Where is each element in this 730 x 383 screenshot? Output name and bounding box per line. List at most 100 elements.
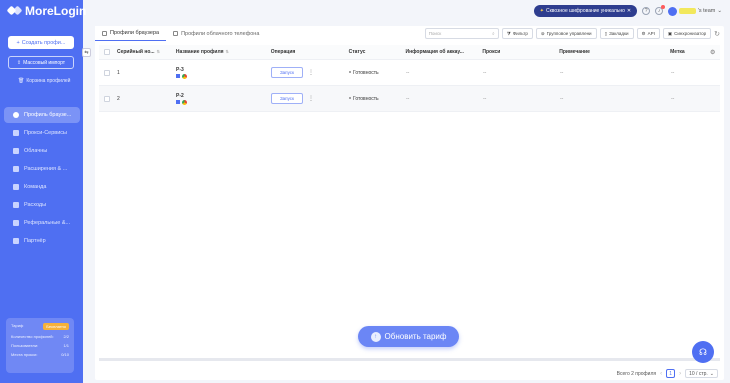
sync-icon: ▣: [667, 30, 673, 36]
search-icon: ⌕: [492, 31, 495, 36]
trash-icon: 🗑: [18, 78, 25, 84]
referral-icon: [13, 220, 19, 226]
more-options-icon[interactable]: ⋮: [308, 95, 314, 102]
plan-row: Количество профилей: 2/2: [11, 334, 69, 339]
sidebar-item-browser-profiles[interactable]: Профиль браузе...: [4, 107, 80, 123]
select-all-checkbox[interactable]: [103, 49, 110, 55]
tab-cloud-phone-profiles[interactable]: Профили облачного телефона: [166, 26, 266, 41]
cloud-icon: [13, 148, 19, 154]
bookmarks-button[interactable]: ▯ Закладки: [599, 28, 634, 39]
column-header: Операция: [270, 49, 296, 55]
upgrade-plan-button[interactable]: ↑ Обновить тариф: [358, 326, 459, 347]
column-header[interactable]: Название профиля ⇅: [176, 49, 271, 55]
sparkle-icon: ✦: [539, 8, 544, 14]
logo: MoreLogin: [6, 4, 87, 18]
pager-total: Всего 2 профиля: [616, 370, 657, 377]
row-num: 2: [117, 95, 120, 102]
profile-name[interactable]: P-2: [176, 93, 271, 99]
topbar: ✦ Сквозное шифрование уникально ✕ ? ♪ 's…: [533, 5, 722, 17]
bell-icon[interactable]: ♪: [655, 5, 666, 15]
search-placeholder: Поиск: [428, 31, 442, 36]
plan-row-label: Пользователи:: [11, 343, 39, 348]
refresh-icon[interactable]: ↻: [714, 30, 720, 38]
chrome-icon: [182, 73, 187, 79]
horizontal-scrollbar[interactable]: [99, 358, 720, 361]
account-info-cell: --: [406, 95, 410, 102]
chevron-down-icon: ⌄: [709, 370, 714, 377]
synchronizer-button[interactable]: ▣ Синхронизатор: [662, 28, 712, 39]
plan-row: Тариф Бесплатно: [11, 323, 69, 330]
plan-row: Места прокси: 0/10: [11, 352, 69, 357]
trash-label: Корзина профилей: [26, 78, 71, 84]
collapse-sidebar-button[interactable]: ⇆: [82, 48, 91, 57]
status-cell: Готовность: [349, 70, 406, 76]
group-management-label: Групповое управлени: [546, 31, 592, 36]
team-icon: [13, 184, 19, 190]
status-cell: Готовность: [349, 96, 406, 102]
sidebar-item-extensions[interactable]: Расширения & ...: [4, 161, 80, 177]
profile-name[interactable]: P-3: [176, 67, 271, 73]
phone-icon: [173, 31, 179, 36]
mass-import-button[interactable]: ⇪ Массовый импорт: [8, 56, 74, 69]
create-profile-label: Создать профи...: [21, 39, 66, 46]
sidebar-item-billing[interactable]: Расходы: [4, 197, 80, 213]
sidebar-item-team[interactable]: Команда: [4, 179, 80, 195]
browser-icon: [13, 112, 19, 118]
help-icon[interactable]: ?: [642, 7, 651, 15]
plan-row-label: Количество профилей:: [11, 334, 54, 339]
sidebar-item-partner[interactable]: Партнёр: [4, 233, 80, 249]
support-headset-icon[interactable]: ☊: [692, 341, 714, 363]
user-name-redacted: [679, 8, 696, 14]
row-num: 1: [117, 69, 120, 76]
current-page[interactable]: 1: [666, 369, 676, 378]
more-options-icon[interactable]: ⋮: [308, 69, 314, 76]
app-name: MoreLogin: [25, 4, 87, 18]
create-profile-button[interactable]: + Создать профи...: [8, 36, 74, 49]
column-header: Метка: [670, 49, 685, 55]
tab-browser-profiles[interactable]: Профили браузера: [95, 26, 167, 41]
close-icon[interactable]: ✕: [627, 8, 631, 14]
launch-button[interactable]: Запуск: [271, 93, 303, 104]
logo-icon: [6, 5, 23, 17]
next-page-icon[interactable]: ›: [679, 371, 681, 377]
column-header[interactable]: Серийный но... ⇅: [115, 49, 176, 55]
filter-button[interactable]: ⧩ Фильтр: [501, 28, 533, 39]
column-header: Прокси: [482, 49, 501, 55]
sidebar-item-label: Реферальные &...: [24, 220, 71, 226]
note-cell: --: [560, 95, 564, 102]
row-checkbox[interactable]: [104, 95, 110, 102]
partner-icon: [13, 238, 19, 244]
tag-cell: --: [671, 95, 675, 102]
row-checkbox[interactable]: [104, 69, 110, 76]
status-dot-icon: [349, 97, 351, 100]
launch-button[interactable]: Запуск: [271, 67, 303, 78]
sidebar-item-proxy[interactable]: Прокси-Сервисы: [4, 125, 80, 141]
user-menu[interactable]: 's team ⌄: [668, 6, 722, 16]
profile-name-cell: P-3: [176, 67, 271, 79]
chevron-down-icon: ⌄: [717, 8, 722, 14]
settings-gear-icon[interactable]: ⚙: [710, 49, 720, 56]
api-button[interactable]: ⚙ API: [636, 28, 660, 39]
page-size-select[interactable]: 10 / стр. ⌄: [685, 369, 718, 378]
windows-icon: [176, 99, 180, 104]
plan-box[interactable]: Тариф Бесплатно Количество профилей: 2/2…: [6, 318, 74, 373]
column-header: Примечание: [559, 49, 590, 55]
api-label: API: [647, 31, 655, 36]
table-row[interactable]: 1 P-3 Запуск ⋮ Готовность -- -- -- --: [99, 60, 720, 86]
upgrade-label: Обновить тариф: [384, 332, 447, 341]
sidebar-item-referral[interactable]: Реферальные &...: [4, 215, 80, 231]
bookmark-icon: ▯: [604, 30, 608, 36]
sidebar-item-cloud[interactable]: Облачны: [4, 143, 80, 159]
table-header: Серийный но... ⇅ Название профиля ⇅ Операц…: [99, 45, 720, 60]
prev-page-icon[interactable]: ‹: [660, 371, 662, 377]
search-input[interactable]: Поиск ⌕: [424, 28, 499, 39]
group-management-button[interactable]: ⊚ Групповое управлени: [535, 28, 597, 39]
sidebar-item-label: Профиль браузе...: [24, 112, 72, 118]
promo-banner[interactable]: ✦ Сквозное шифрование уникально ✕: [533, 5, 638, 17]
plan-row-label: Места прокси:: [11, 352, 38, 357]
promo-text: Сквозное шифрование уникально: [546, 8, 625, 14]
sidebar-nav: Профиль браузе... Прокси-Сервисы Облачны…: [4, 107, 80, 251]
trash-link[interactable]: 🗑 Корзина профилей: [18, 78, 70, 84]
table-row[interactable]: 2 P-2 Запуск ⋮ Готовность -- -- -- --: [99, 86, 720, 112]
tag-cell: --: [671, 69, 675, 76]
